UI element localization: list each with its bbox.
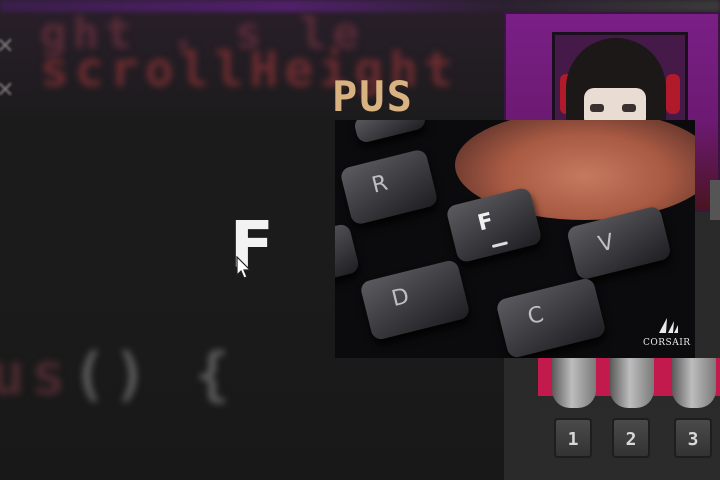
- keycap-label: R: [369, 170, 391, 199]
- sails-logo-icon: [659, 318, 678, 333]
- keycap: [352, 120, 428, 145]
- tube: [552, 358, 596, 408]
- keycap-f: F: [445, 186, 543, 264]
- keycap-label: V: [595, 229, 617, 258]
- side-strip: [710, 180, 720, 220]
- tube: [610, 358, 654, 408]
- number-key-3[interactable]: 3: [674, 418, 712, 458]
- keycap-c: C: [495, 276, 607, 358]
- tube: [672, 358, 716, 408]
- keycap: [335, 222, 361, 284]
- code-identifier: us: [0, 340, 72, 408]
- keycap-label: C: [525, 302, 547, 331]
- brand-logo-text: CORSAIR: [643, 338, 691, 348]
- code-line: us() {: [0, 340, 236, 408]
- keycap-label: F: [475, 208, 496, 237]
- number-key-1[interactable]: 1: [554, 418, 592, 458]
- keyboard-photo: R F V D C CORSAIR: [335, 120, 695, 358]
- headphone-icon: [666, 74, 680, 114]
- edge-glyph-icon: ✕: [0, 78, 15, 103]
- keycap-d: D: [359, 258, 471, 342]
- title-word: PUS: [332, 72, 414, 121]
- avatar-eye: [622, 104, 636, 112]
- keycap-label: D: [389, 283, 412, 313]
- avatar-eye: [590, 104, 604, 112]
- mouse-cursor-icon: [236, 256, 252, 279]
- number-key-2[interactable]: 2: [612, 418, 650, 458]
- code-parens: () {: [71, 340, 236, 408]
- edge-glyph-icon: ✕: [0, 34, 15, 59]
- keycap-r: R: [339, 148, 439, 226]
